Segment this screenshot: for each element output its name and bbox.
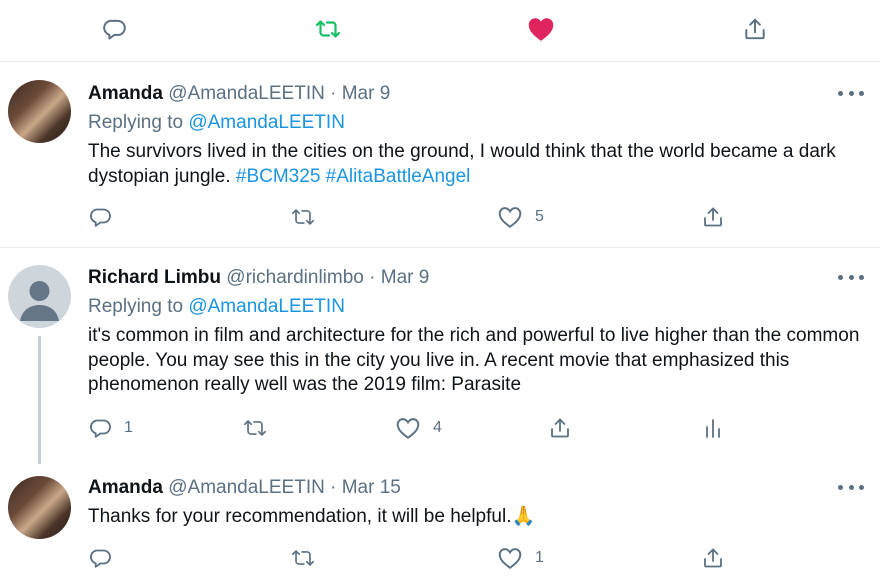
like-button[interactable]: 1 [497, 544, 544, 572]
mention-link[interactable]: @AmandaLEETIN [188, 296, 345, 317]
user-handle[interactable]: @AmandaLEETIN [168, 477, 325, 498]
more-dot [848, 90, 854, 96]
analytics-icon [703, 416, 723, 440]
tweet-3[interactable]: Amanda @AmandaLEETIN · Mar 15 Thanks for… [0, 468, 880, 586]
heart-icon [497, 546, 523, 570]
tweet-header: Amanda @AmandaLEETIN · Mar 9 [88, 83, 390, 105]
like-button[interactable]: 5 [497, 203, 544, 231]
focused-tweet-action-bar [0, 0, 880, 62]
avatar[interactable] [8, 476, 71, 539]
retweet-icon [290, 205, 316, 229]
more-options-button[interactable] [838, 480, 864, 494]
replying-to: Replying to @AmandaLEETIN [88, 296, 345, 318]
mention-link[interactable]: @AmandaLEETIN [188, 112, 345, 133]
more-dot [848, 484, 854, 490]
analytics-button[interactable] [703, 414, 723, 442]
comment-icon [88, 205, 112, 229]
retweet-icon [314, 16, 342, 42]
more-dot [859, 484, 864, 490]
avatar[interactable] [8, 80, 71, 143]
hashtag-link[interactable]: #AlitaBattleAngel [326, 166, 471, 187]
avatar[interactable] [8, 265, 71, 328]
timestamp[interactable]: Mar 15 [342, 477, 401, 498]
display-name[interactable]: Amanda [88, 477, 163, 498]
tweet-text: Thanks for your recommendation, it will … [88, 505, 868, 530]
reply-button[interactable] [99, 14, 129, 44]
heart-icon [497, 205, 523, 229]
timestamp[interactable]: Mar 9 [342, 83, 391, 104]
heart-icon [527, 16, 555, 42]
hashtag-link[interactable]: #BCM325 [236, 166, 321, 187]
replying-prefix: Replying to [88, 296, 184, 317]
tweet-text-content: Thanks for your recommendation, it will … [88, 506, 512, 527]
retweet-button[interactable] [290, 203, 328, 231]
display-name[interactable]: Amanda [88, 83, 163, 104]
tweet-2[interactable]: Richard Limbu @richardinlimbo · Mar 9 Re… [0, 248, 880, 468]
more-dot [859, 274, 864, 280]
reply-button[interactable]: 1 [88, 414, 133, 442]
timestamp[interactable]: Mar 9 [381, 267, 430, 288]
tweet-header: Amanda @AmandaLEETIN · Mar 15 [88, 477, 401, 499]
replying-prefix: Replying to [88, 112, 184, 133]
reply-button[interactable] [88, 203, 124, 231]
tweet-text: it's common in film and architecture for… [88, 325, 860, 395]
user-handle[interactable]: @richardinlimbo [226, 267, 364, 288]
more-options-button[interactable] [838, 86, 864, 100]
separator: · [330, 477, 337, 498]
tweet-text: The survivors lived in the cities on the… [88, 140, 868, 189]
comment-icon [88, 416, 112, 440]
default-profile-icon [8, 265, 71, 328]
retweet-button[interactable] [290, 544, 328, 572]
share-button[interactable] [701, 544, 725, 572]
share-icon [548, 416, 572, 440]
tweet-actions: 1 [0, 544, 880, 572]
separator: · [330, 83, 337, 104]
more-dot [838, 274, 843, 280]
like-button[interactable]: 4 [395, 414, 442, 442]
retweet-icon [242, 416, 268, 440]
comment-icon [101, 16, 127, 42]
thread-connector [38, 336, 41, 464]
share-button[interactable] [740, 14, 770, 44]
tweet-1[interactable]: Amanda @AmandaLEETIN · Mar 9 Replying to… [0, 62, 880, 248]
replying-to: Replying to @AmandaLEETIN [88, 112, 345, 134]
folded-hands-emoji: 🙏 [511, 506, 536, 527]
heart-icon [395, 416, 421, 440]
more-dot [859, 90, 864, 96]
like-count: 1 [535, 549, 544, 566]
retweet-button[interactable] [242, 414, 280, 442]
tweet-actions: 5 [0, 203, 880, 231]
share-icon [742, 16, 768, 42]
share-button[interactable] [548, 414, 572, 442]
comment-icon [88, 546, 112, 570]
separator: · [369, 267, 376, 288]
like-count: 5 [535, 208, 544, 225]
more-options-button[interactable] [838, 270, 864, 284]
user-handle[interactable]: @AmandaLEETIN [168, 83, 325, 104]
like-count: 4 [433, 419, 442, 436]
tweet-actions: 1 4 [0, 414, 880, 442]
retweet-button[interactable] [313, 14, 343, 44]
reply-button[interactable] [88, 544, 124, 572]
like-button[interactable] [526, 14, 556, 44]
more-dot [848, 274, 854, 280]
tweet-header: Richard Limbu @richardinlimbo · Mar 9 [88, 267, 429, 289]
retweet-icon [290, 546, 316, 570]
more-dot [838, 484, 843, 490]
more-dot [838, 90, 843, 96]
share-button[interactable] [701, 203, 725, 231]
reply-count: 1 [124, 419, 133, 436]
share-icon [701, 205, 725, 229]
display-name[interactable]: Richard Limbu [88, 267, 221, 288]
share-icon [701, 546, 725, 570]
